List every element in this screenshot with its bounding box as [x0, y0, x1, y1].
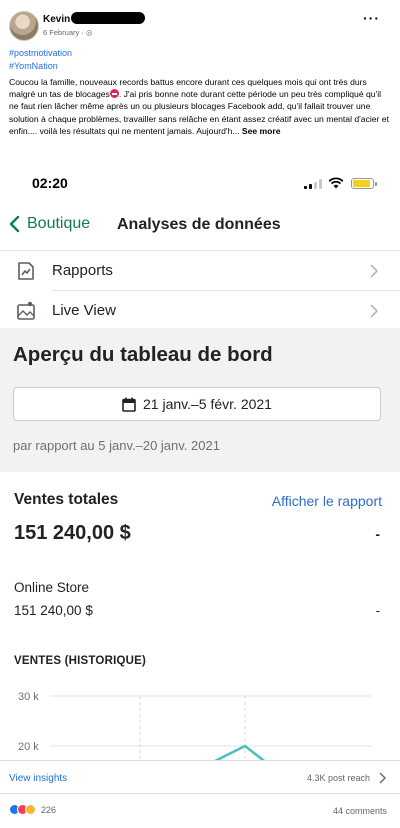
live-view-icon	[17, 301, 35, 320]
reports-icon	[18, 262, 34, 280]
menu-item-live-view[interactable]: Live View	[0, 291, 400, 331]
attached-screenshot[interactable]: 02:20 Boutique Analyses de données Rappo…	[0, 163, 400, 760]
chevron-left-icon	[9, 215, 20, 233]
hashtags: #postmotivation #YomNation	[9, 47, 72, 73]
view-report-link[interactable]: Afficher le rapport	[272, 493, 382, 509]
back-label: Boutique	[27, 215, 91, 232]
channel-label: Online Store	[14, 580, 90, 595]
wow-reaction-icon	[25, 804, 36, 815]
battery-icon	[351, 178, 377, 189]
signal-icon	[304, 179, 322, 189]
menu-item-label: Live View	[52, 302, 116, 319]
comments-count[interactable]: 44 comments	[333, 806, 387, 816]
page-title: Analyses de données	[117, 216, 281, 233]
total-sales-change: -	[375, 526, 380, 542]
sales-history-chart: 30 k 20 k	[18, 691, 372, 760]
channel-change: -	[375, 603, 380, 618]
more-options-button[interactable]: ···	[363, 11, 380, 25]
back-button[interactable]: Boutique	[8, 215, 90, 233]
hashtag-link[interactable]: #YomNation	[9, 60, 72, 73]
post-author[interactable]: Kevin	[43, 14, 70, 25]
comparison-period: par rapport au 5 janv.–20 janv. 2021	[13, 438, 220, 453]
view-insights-link[interactable]: View insights	[9, 773, 67, 784]
chevron-right-icon	[370, 264, 378, 278]
menu-item-label: Rapports	[52, 262, 113, 279]
globe-icon: ◎	[85, 28, 93, 37]
see-more-link[interactable]: See more	[242, 126, 281, 136]
date-range-button[interactable]: 21 janv.–5 févr. 2021	[13, 387, 381, 421]
hashtag-link[interactable]: #postmotivation	[9, 47, 72, 60]
total-sales-value: 151 240,00 $	[14, 522, 131, 544]
channel-value: 151 240,00 $	[14, 603, 93, 618]
post-body: Coucou la famille, nouveaux records batt…	[9, 76, 391, 137]
reaction-count: 226	[41, 804, 57, 815]
dashboard-title: Aperçu du tableau de bord	[13, 343, 273, 366]
total-sales-title: Ventes totales	[14, 491, 119, 508]
phone-status-bar: 02:20	[0, 163, 400, 207]
insights-bar: View insights 4.3K post reach	[0, 760, 400, 794]
reaction-summary[interactable]: 226	[9, 804, 56, 815]
avatar[interactable]	[9, 11, 39, 41]
top-nav-bar: Boutique Analyses de données	[0, 207, 400, 251]
redaction-bar	[71, 12, 145, 24]
calendar-icon	[122, 397, 136, 412]
status-time: 02:20	[32, 175, 68, 191]
y-tick-label: 20 k	[18, 741, 39, 753]
menu-item-reports[interactable]: Rapports	[0, 251, 400, 291]
post-reach[interactable]: 4.3K post reach	[307, 773, 370, 783]
y-tick-label: 30 k	[18, 691, 39, 703]
chevron-right-icon	[370, 304, 378, 318]
sales-history-title: VENTES (HISTORIQUE)	[14, 655, 147, 667]
sales-line	[214, 744, 266, 760]
post-date: 6 February · ◎	[43, 28, 93, 37]
date-range-label: 21 janv.–5 févr. 2021	[143, 396, 272, 412]
chevron-right-icon[interactable]	[379, 772, 386, 784]
wifi-icon	[328, 177, 344, 189]
post-header: Kevin 6 February · ◎ ···	[0, 0, 400, 42]
no-entry-emoji-icon	[109, 89, 119, 99]
